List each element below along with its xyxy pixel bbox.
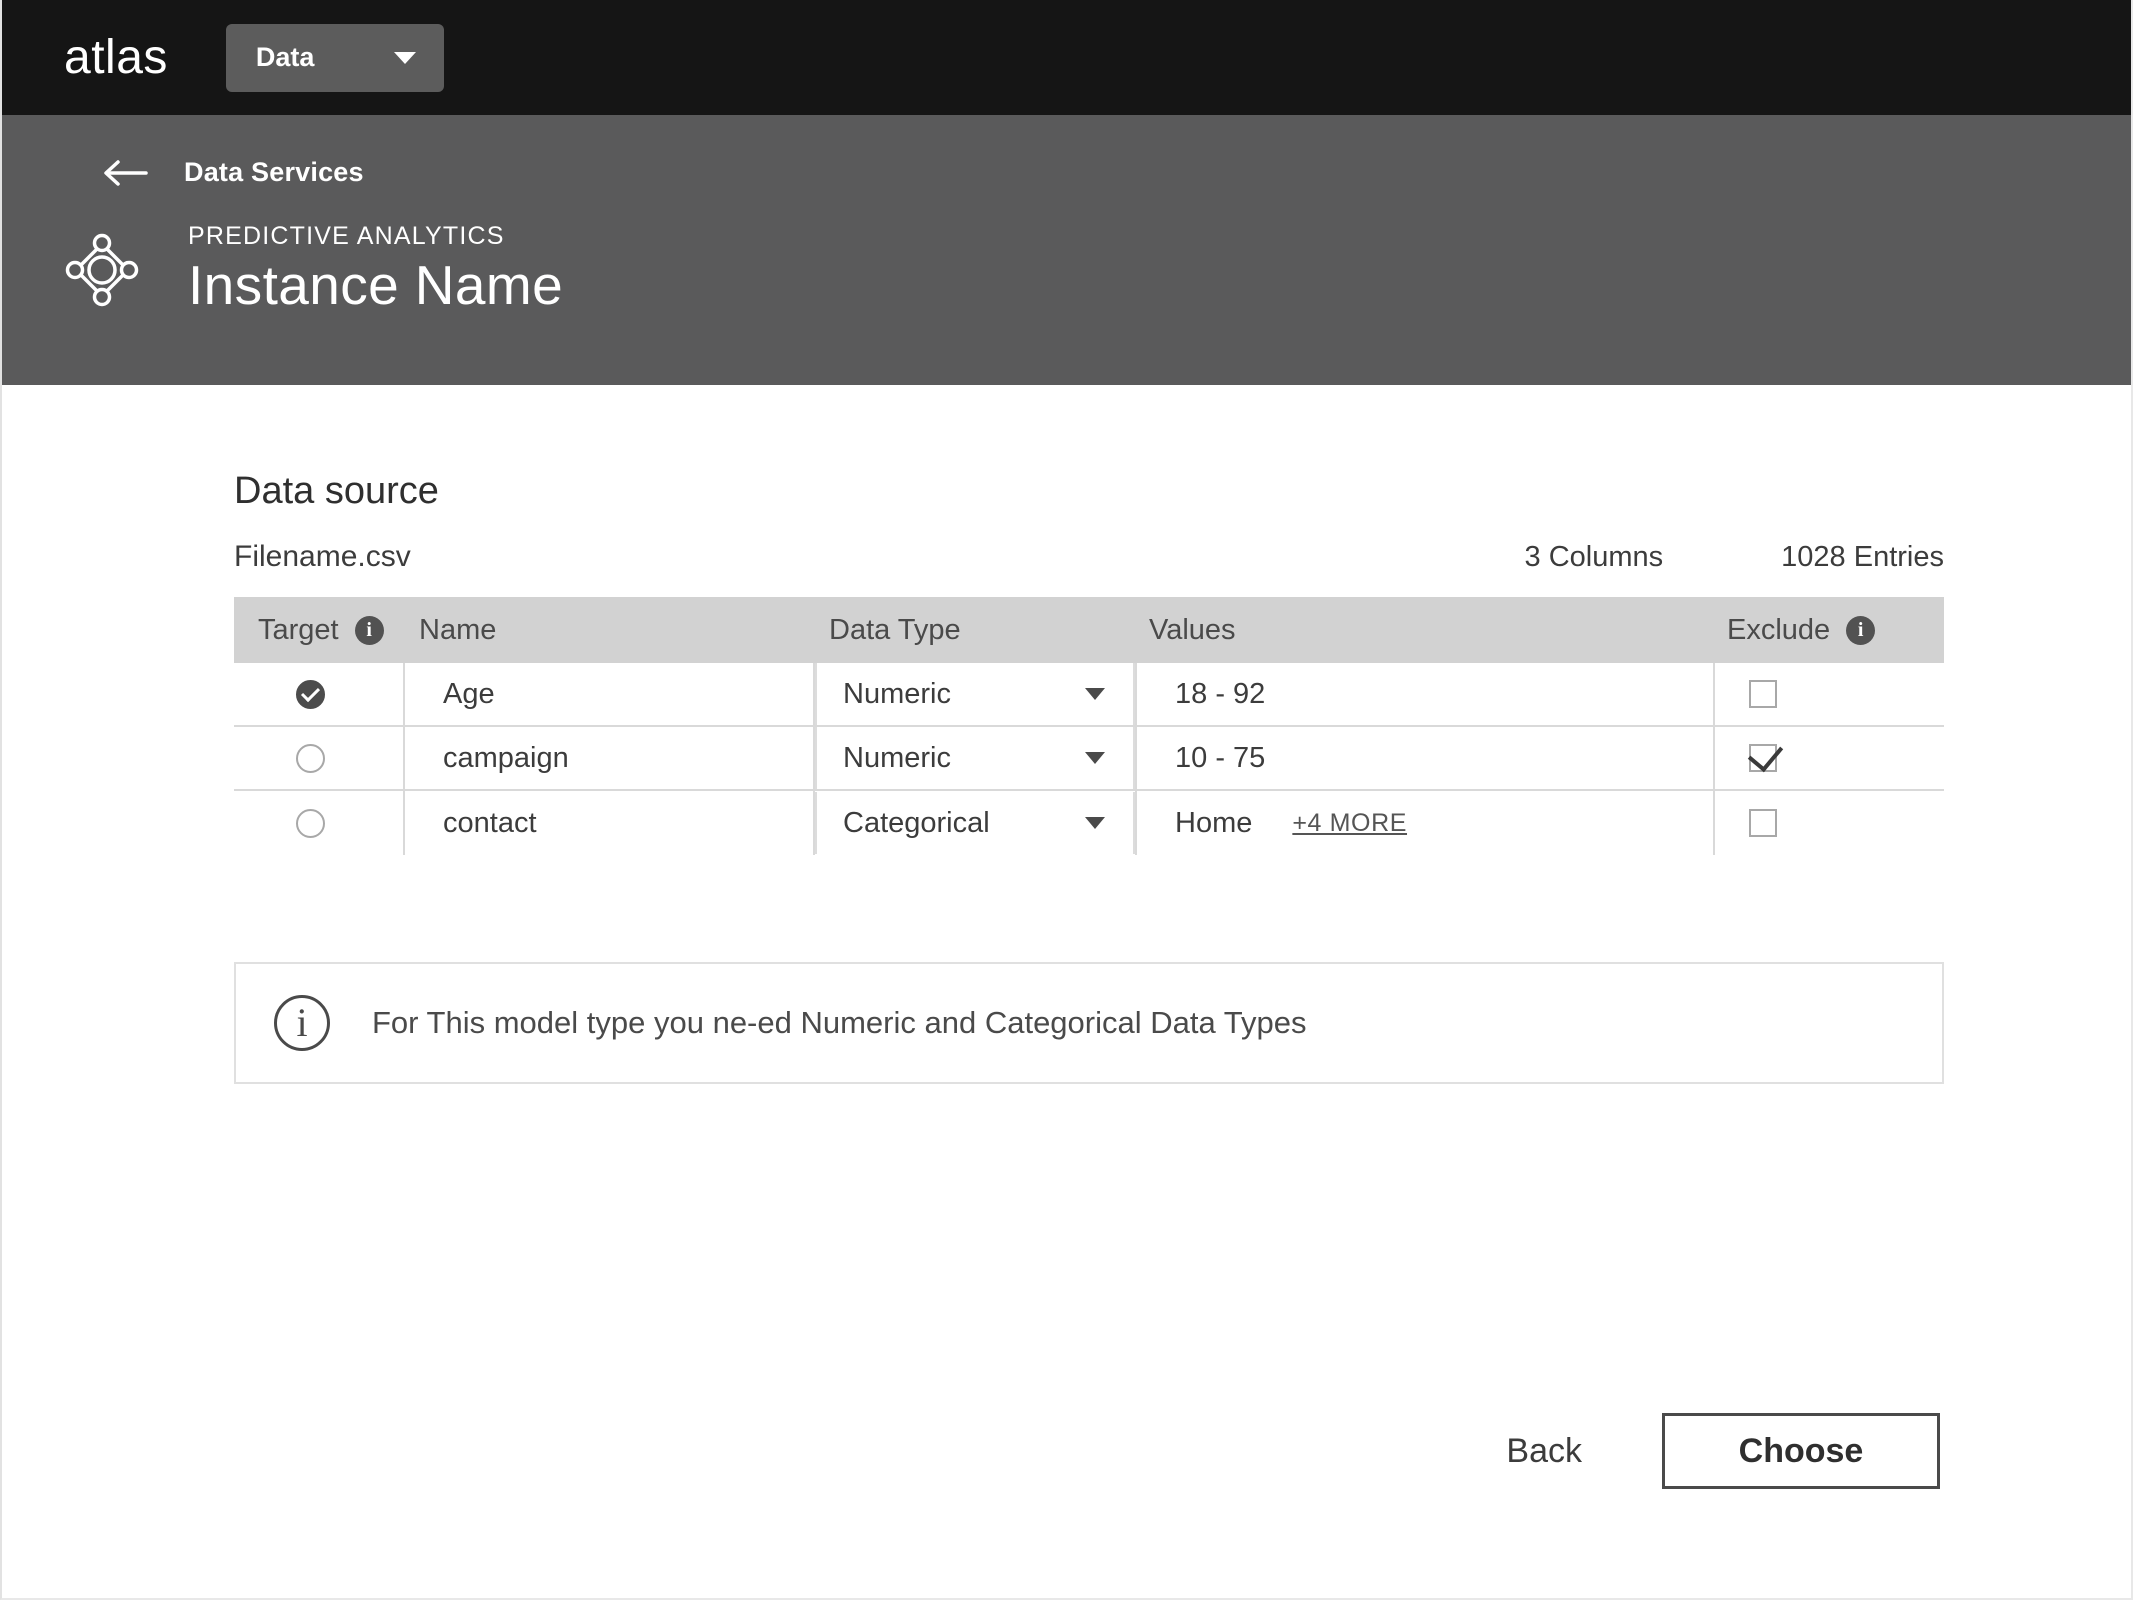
exclude-checkbox[interactable] xyxy=(1749,809,1777,837)
instance-identity: PREDICTIVE ANALYTICS Instance Name xyxy=(62,222,564,317)
exclude-cell xyxy=(1713,791,1944,855)
info-circle-icon: i xyxy=(274,995,330,1051)
info-banner-text: For This model type you ne-ed Numeric an… xyxy=(372,1005,1307,1040)
entries-count: 1028 Entries xyxy=(1781,541,1944,573)
info-banner: i For This model type you ne-ed Numeric … xyxy=(234,962,1944,1084)
columns-count: 3 Columns xyxy=(1524,541,1664,573)
values-cell: Home +4 MORE xyxy=(1135,791,1713,855)
data-type-select[interactable]: Categorical xyxy=(815,792,1135,854)
exclude-checkbox[interactable] xyxy=(1749,744,1777,772)
choose-button[interactable]: Choose xyxy=(1662,1413,1940,1489)
nav-data-dropdown-label: Data xyxy=(255,42,315,72)
chevron-down-icon xyxy=(1085,817,1105,829)
column-header-name: Name xyxy=(405,614,815,647)
data-type-cell: Numeric xyxy=(815,727,1135,789)
column-header-target-label: Target xyxy=(258,613,339,646)
table-row: contact Categorical Home +4 MORE xyxy=(234,791,1944,855)
app-page: atlas Data Data Services PREDICTIVE ANAL… xyxy=(0,0,2133,1600)
column-header-target: Target i xyxy=(234,614,405,647)
name-cell: campaign xyxy=(405,727,815,789)
table-header-row: Target i Name Data Type Values Exclude i xyxy=(234,597,1944,663)
table-row: campaign Numeric 10 - 75 xyxy=(234,727,1944,791)
exclude-cell xyxy=(1713,727,1944,789)
target-radio[interactable] xyxy=(296,808,325,838)
data-type-select-value: Numeric xyxy=(843,741,951,774)
data-type-select-value: Numeric xyxy=(843,677,951,710)
page-eyebrow: PREDICTIVE ANALYTICS xyxy=(188,222,505,250)
table-row: Age Numeric 18 - 92 xyxy=(234,663,1944,727)
chevron-down-icon xyxy=(1085,752,1105,764)
chevron-down-icon xyxy=(1085,688,1105,700)
back-button[interactable]: Back xyxy=(1490,1422,1598,1481)
data-source-summary: Filename.csv 3 Columns 1028 Entries xyxy=(234,540,1944,574)
data-type-select[interactable]: Numeric xyxy=(815,663,1135,725)
values-cell: 18 - 92 xyxy=(1135,663,1713,725)
values-more-link[interactable]: +4 MORE xyxy=(1292,809,1407,838)
columns-table: Target i Name Data Type Values Exclude i xyxy=(234,597,1944,855)
column-header-data-type: Data Type xyxy=(815,614,1135,647)
column-header-exclude-label: Exclude xyxy=(1727,613,1831,646)
target-info-icon[interactable]: i xyxy=(354,615,384,645)
values-text: 10 - 75 xyxy=(1175,741,1266,774)
data-type-select[interactable]: Numeric xyxy=(815,727,1135,789)
data-type-cell: Numeric xyxy=(815,663,1135,725)
column-header-exclude: Exclude i xyxy=(1713,614,1944,647)
exclude-cell xyxy=(1713,663,1944,725)
target-cell xyxy=(234,663,405,725)
target-radio[interactable] xyxy=(296,743,325,773)
footer-actions: Back Choose xyxy=(1490,1413,1940,1489)
target-cell xyxy=(234,727,405,789)
values-text: 18 - 92 xyxy=(1175,677,1266,710)
section-title: Data source xyxy=(234,470,439,512)
nav-data-dropdown[interactable]: Data xyxy=(225,23,444,92)
target-cell xyxy=(234,791,405,855)
page-title: Instance Name xyxy=(188,253,564,316)
column-header-name-label: Name xyxy=(419,613,497,646)
predictive-analytics-node-diamond-icon xyxy=(62,230,142,310)
arrow-left-icon xyxy=(102,158,148,188)
values-cell: 10 - 75 xyxy=(1135,727,1713,789)
column-header-values-label: Values xyxy=(1149,613,1236,646)
target-radio[interactable] xyxy=(296,679,325,709)
column-header-values: Values xyxy=(1135,614,1713,647)
top-navigation-bar: atlas Data xyxy=(2,0,2131,115)
data-source-filename: Filename.csv xyxy=(234,540,411,573)
app-logo-text: atlas xyxy=(64,30,168,84)
name-cell: Age xyxy=(405,663,815,725)
name-cell: contact xyxy=(405,791,815,855)
data-type-select-value: Categorical xyxy=(843,806,990,839)
exclude-info-icon[interactable]: i xyxy=(1846,615,1876,645)
column-header-data-type-label: Data Type xyxy=(829,613,961,646)
page-header: Data Services PREDICTIVE ANALYTICS Insta… xyxy=(2,115,2131,385)
back-to-data-services-link[interactable]: Data Services xyxy=(102,157,364,188)
data-type-cell: Categorical xyxy=(815,791,1135,855)
values-text: Home xyxy=(1175,806,1253,839)
chevron-down-icon xyxy=(393,51,416,64)
exclude-checkbox[interactable] xyxy=(1749,680,1777,708)
back-label: Data Services xyxy=(184,157,364,187)
